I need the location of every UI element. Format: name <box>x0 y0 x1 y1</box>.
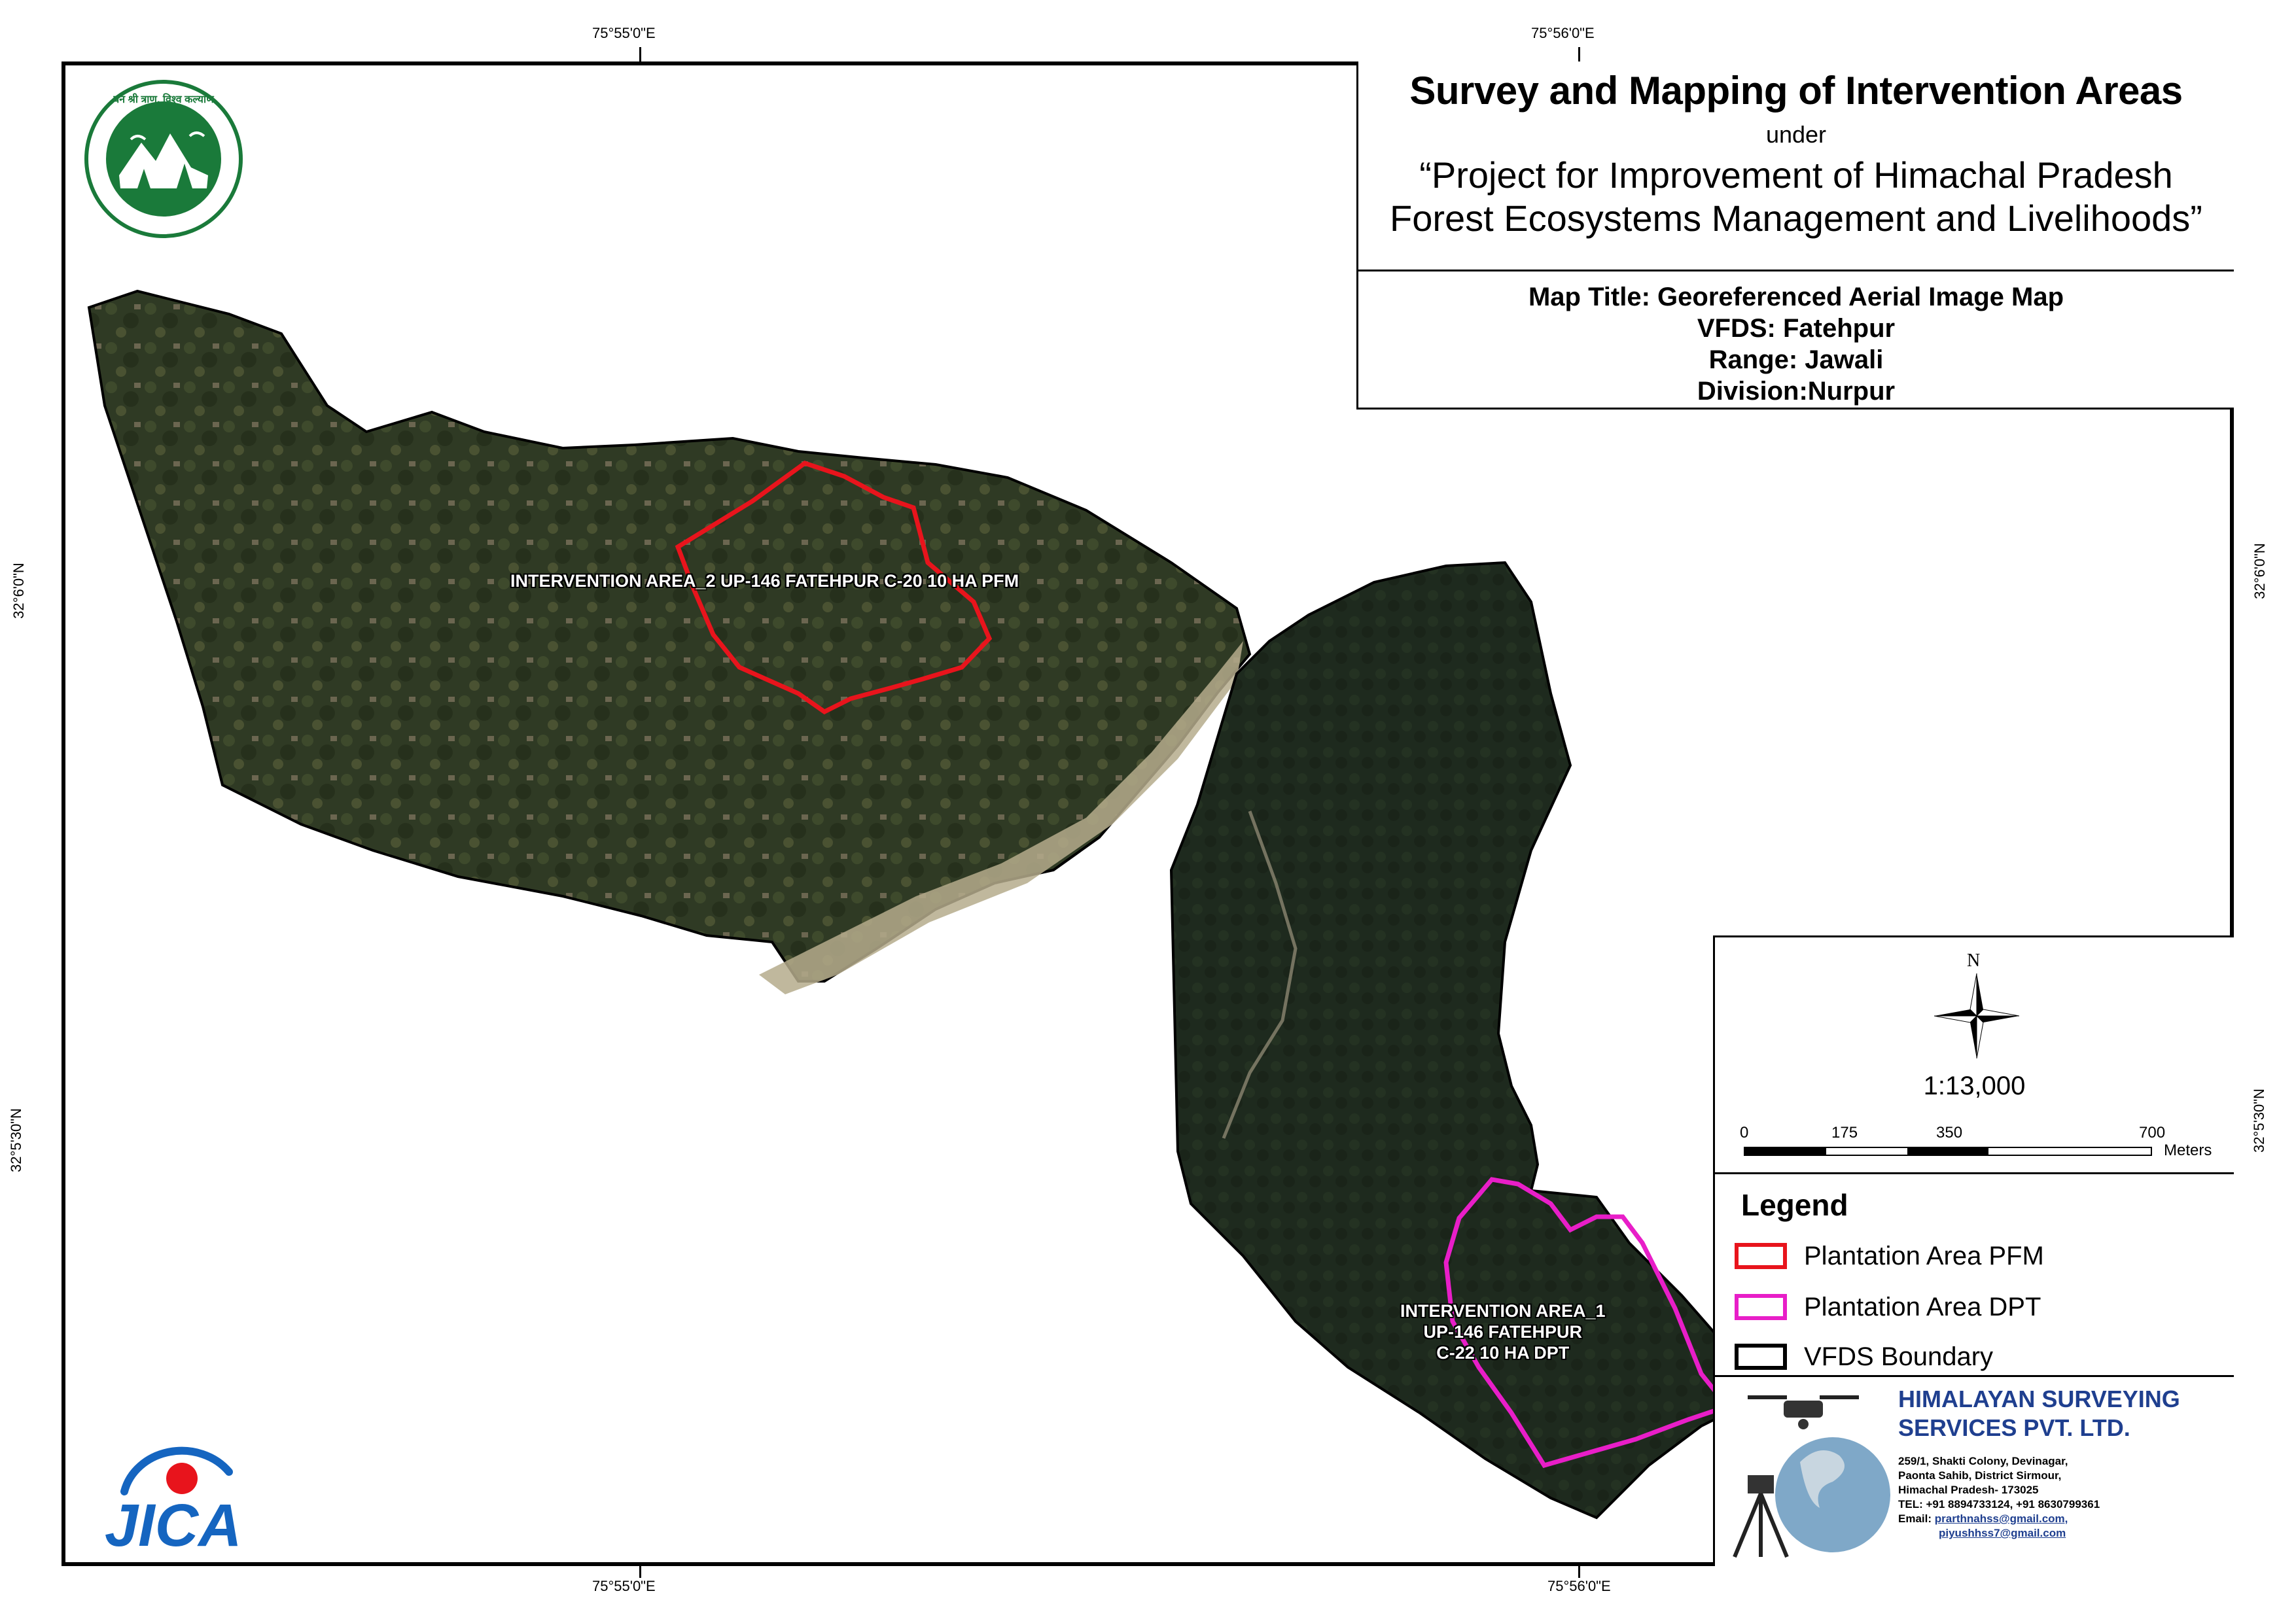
area1-label-line2: UP-146 FATEHPUR <box>1423 1322 1583 1342</box>
company-name: HIMALAYAN SURVEYING SERVICES PVT. LTD. <box>1898 1385 2180 1442</box>
address-line3: Himachal Pradesh- 173025 <box>1898 1484 2039 1496</box>
legend-panel: Legend Plantation Area PFM Plantation Ar… <box>1713 1174 2234 1377</box>
hp-forest-seal-text: वन श्री त्राण, विश्व कल्याण <box>113 94 214 105</box>
title-separator <box>1358 270 2234 271</box>
project-line-2: Forest Ecosystems Management and Livelih… <box>1390 198 2202 239</box>
legend-label-pfm: Plantation Area PFM <box>1804 1241 2044 1270</box>
scale-tick-350: 350 <box>1936 1124 1963 1142</box>
legend-title: Legend <box>1741 1188 1848 1222</box>
coord-left-lower: 32°5'30"N <box>7 1108 24 1172</box>
range-line: Range: Jawali <box>1708 345 1884 374</box>
email-label: Email: <box>1898 1512 1932 1525</box>
legend-label-vfds: VFDS Boundary <box>1804 1342 1994 1371</box>
project-name: “Project for Improvement of Himachal Pra… <box>1358 154 2234 240</box>
survey-drone-globe-icon <box>1733 1395 1890 1558</box>
area1-label-line3: C-22 10 HA DPT <box>1436 1343 1570 1363</box>
title-block: Survey and Mapping of Intervention Areas… <box>1356 61 2234 410</box>
scale-tick-0: 0 <box>1740 1124 1749 1142</box>
scale-unit: Meters <box>2164 1142 2212 1159</box>
company-telephone: TEL: +91 8894733124, +91 8630799361 <box>1898 1498 2100 1510</box>
address-line2: Paonta Sahib, District Sirmour, <box>1898 1469 2062 1482</box>
coord-right-lower: 32°5'30"N <box>2250 1089 2267 1153</box>
project-line-1: “Project for Improvement of Himachal Pra… <box>1419 154 2173 196</box>
north-letter: N <box>1967 951 1981 971</box>
company-panel: HIMALAYAN SURVEYING SERVICES PVT. LTD. 2… <box>1713 1377 2234 1566</box>
coord-top-right: 75°56'0"E <box>1531 25 1595 41</box>
scale-tick-700: 700 <box>2139 1124 2166 1142</box>
company-address: 259/1, Shakti Colony, Devinagar, Paonta … <box>1898 1454 2100 1541</box>
intervention-area-1-label: INTERVENTION AREA_1 UP-146 FATEHPUR C-22… <box>1400 1300 1606 1363</box>
coord-bottom-right: 75°56'0"E <box>1547 1578 1611 1594</box>
scale-bar <box>1744 1147 2152 1156</box>
hp-forest-logo: वन श्री त्राण, विश्व कल्याण <box>79 77 249 241</box>
north-arrow-scale-panel: N 1:13,000 0 175 350 700 Meters <box>1713 935 2234 1174</box>
tick-top-right <box>1578 47 1580 61</box>
legend-label-dpt: Plantation Area DPT <box>1804 1292 2041 1321</box>
address-line1: 259/1, Shakti Colony, Devinagar, <box>1898 1455 2068 1467</box>
coord-bottom-left: 75°55'0"E <box>592 1578 656 1594</box>
legend-swatch-dpt <box>1735 1294 1787 1320</box>
vfds-region-northwest <box>87 289 1252 983</box>
jica-logo: JICA <box>98 1433 255 1559</box>
legend-swatch-vfds <box>1735 1344 1787 1370</box>
email-link-2[interactable]: piyushhss7@gmail.com <box>1939 1527 2066 1539</box>
legend-swatch-pfm <box>1735 1243 1787 1269</box>
vfds-region-southeast <box>1169 561 1769 1520</box>
map-title-line: Map Title: Georeferenced Aerial Image Ma… <box>1528 283 2064 311</box>
map-metadata: Map Title: Georeferenced Aerial Image Ma… <box>1358 281 2234 407</box>
compass-rose-icon <box>1934 973 2019 1058</box>
map-main-title: Survey and Mapping of Intervention Areas <box>1409 69 2183 113</box>
company-name-line1: HIMALAYAN SURVEYING <box>1898 1386 2180 1412</box>
company-name-line2: SERVICES PVT. LTD. <box>1898 1414 2130 1441</box>
scale-tick-175: 175 <box>1831 1124 1858 1142</box>
coord-left-upper: 32°6'0"N <box>10 563 27 619</box>
jica-wordmark: JICA <box>105 1492 242 1559</box>
coord-top-left: 75°55'0"E <box>592 25 656 41</box>
coord-right-upper: 32°6'0"N <box>2251 543 2268 599</box>
legend-item-vfds: VFDS Boundary <box>1735 1340 1993 1373</box>
email-link-1[interactable]: prarthnahss@gmail.com, <box>1935 1512 2068 1525</box>
vfds-line: VFDS: Fatehpur <box>1697 314 1896 343</box>
intervention-area-2-label: INTERVENTION AREA_2 UP-146 FATEHPUR C-20… <box>510 571 1019 591</box>
legend-item-pfm: Plantation Area PFM <box>1735 1240 2044 1272</box>
tick-top-left <box>639 47 641 61</box>
scale-ratio: 1:13,000 <box>1923 1072 2026 1100</box>
area1-label-line1: INTERVENTION AREA_1 <box>1400 1301 1606 1321</box>
title-under: under <box>1765 121 1827 148</box>
legend-item-dpt: Plantation Area DPT <box>1735 1291 2041 1323</box>
division-line: Division:Nurpur <box>1697 377 1896 406</box>
